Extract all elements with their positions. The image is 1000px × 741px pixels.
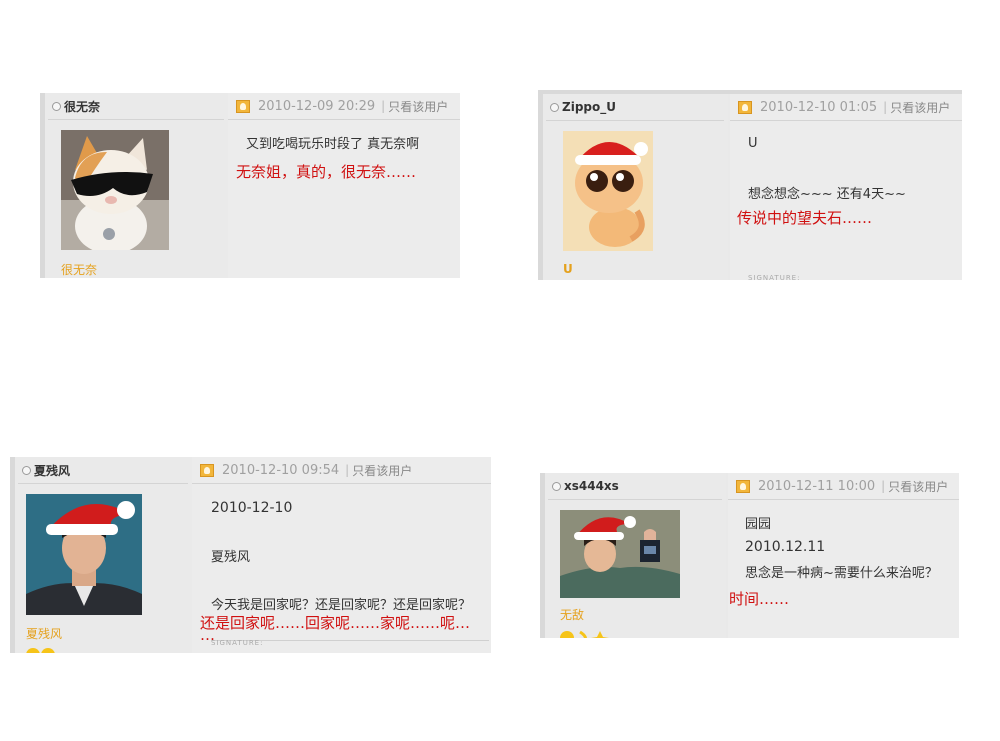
annotation-text: 还是回家呢……回家呢……家呢……呢…	[200, 614, 471, 632]
post-line: 思念是一种病~需要什么来治呢？	[745, 566, 938, 581]
annotation-text: 传说中的望夫石……	[737, 209, 873, 227]
post-header: 2010-12-11 10:00 | 只看该用户	[728, 473, 959, 500]
post-datetime: 2010-12-09 20:29	[258, 98, 376, 114]
post-datetime: 2010-12-10 09:54	[222, 462, 340, 478]
author-panel: Zippo_U U	[538, 94, 728, 280]
post-icon	[736, 479, 750, 493]
username-label[interactable]: 无敌	[560, 606, 584, 623]
post-line: 2010.12.11	[745, 539, 826, 555]
author-panel: 很无奈 很无奈	[40, 93, 228, 278]
post-card-4: xs444xs 无敌 2010-12-11 10:00 | 只看该用户	[540, 473, 959, 638]
only-this-user-link[interactable]: 只看该用户	[388, 98, 448, 115]
post-main: 2010-12-09 20:29 | 只看该用户	[228, 93, 460, 278]
radio-icon[interactable]	[52, 101, 61, 111]
post-line: 2010-12-10	[211, 500, 293, 516]
only-this-user-link[interactable]: 只看该用户	[888, 478, 948, 495]
post-datetime: 2010-12-11 10:00	[758, 478, 876, 494]
post-line: 夏残风	[211, 550, 251, 565]
radio-icon[interactable]	[550, 102, 559, 112]
radio-icon[interactable]	[22, 465, 31, 475]
author-header: 很无奈	[48, 93, 224, 120]
signature-label: SIGNATURE:	[748, 274, 801, 282]
separator: |	[381, 99, 386, 113]
post-header: 2010-12-10 01:05 | 只看该用户	[730, 94, 962, 121]
author-panel: xs444xs 无敌	[540, 473, 726, 638]
separator: |	[881, 479, 886, 493]
post-line: 想念想念~~~ 还有4天~~	[748, 187, 906, 202]
username-label[interactable]: 很无奈	[61, 261, 97, 278]
avatar[interactable]	[560, 510, 680, 598]
emoji-icon	[560, 630, 610, 638]
post-icon	[236, 99, 250, 113]
only-this-user-link[interactable]: 只看该用户	[890, 99, 950, 116]
post-icon	[200, 463, 214, 477]
only-this-user-link[interactable]: 只看该用户	[352, 462, 412, 479]
separator: |	[883, 100, 888, 114]
username-label[interactable]: U	[563, 262, 573, 276]
author-header: 夏残风	[18, 457, 188, 484]
avatar[interactable]	[563, 131, 653, 251]
post-icon	[738, 100, 752, 114]
annotation-text: 无奈姐，真的，很无奈……	[236, 163, 417, 181]
emoji-icon	[26, 647, 56, 653]
post-header: 2010-12-09 20:29 | 只看该用户	[228, 93, 460, 120]
author-name[interactable]: Zippo_U	[562, 100, 616, 114]
author-name[interactable]: 很无奈	[64, 98, 100, 115]
author-header: Zippo_U	[546, 94, 724, 121]
author-panel: 夏残风 夏残风	[10, 457, 192, 653]
author-header: xs444xs	[548, 473, 722, 500]
username-label[interactable]: 夏残风	[26, 625, 62, 642]
post-line: U	[748, 136, 758, 151]
avatar[interactable]	[26, 494, 142, 615]
post-main: 2010-12-11 10:00 | 只看该用户	[728, 473, 959, 638]
post-line: 又到吃喝玩乐时段了 真无奈啊	[246, 137, 420, 152]
post-datetime: 2010-12-10 01:05	[760, 99, 878, 115]
post-line: 园园	[745, 517, 772, 532]
separator: |	[345, 463, 350, 477]
post-card-1: 很无奈 很无奈 2010-12-09 20:29 | 只看该用户	[40, 93, 460, 278]
radio-icon[interactable]	[552, 481, 561, 491]
post-header: 2010-12-10 09:54 | 只看该用户	[192, 457, 491, 484]
post-line: 今天我是回家呢？还是回家呢？还是回家呢？	[211, 598, 472, 613]
signature-label: SIGNATURE:	[211, 639, 264, 647]
avatar[interactable]	[61, 130, 169, 250]
author-name[interactable]: xs444xs	[564, 479, 619, 493]
author-name[interactable]: 夏残风	[34, 462, 70, 479]
annotation-text: 时间……	[729, 590, 790, 608]
